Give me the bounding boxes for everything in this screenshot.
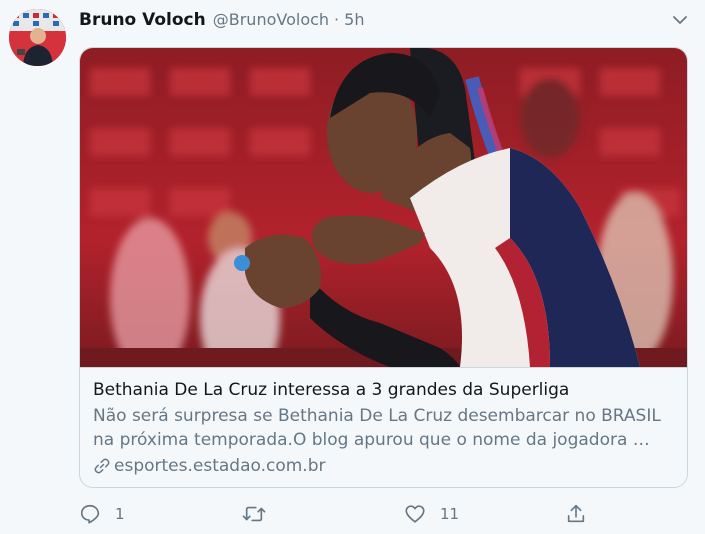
tweet-actions: 1 11 bbox=[79, 500, 599, 528]
card-description: Não será surpresa se Bethania De La Cruz… bbox=[93, 406, 661, 450]
reply-button[interactable]: 1 bbox=[79, 500, 125, 528]
card-title[interactable]: Bethania De La Cruz interessa a 3 grande… bbox=[93, 378, 678, 402]
author-name[interactable]: Bruno Voloch bbox=[79, 10, 206, 30]
like-count: 11 bbox=[440, 505, 460, 523]
share-button[interactable] bbox=[565, 500, 587, 528]
tweet-header: Bruno Voloch @BrunoVoloch · 5h bbox=[79, 10, 364, 34]
retweet-icon bbox=[242, 506, 266, 522]
avatar[interactable] bbox=[9, 9, 66, 66]
avatar-image bbox=[9, 9, 66, 66]
retweet-button[interactable] bbox=[242, 500, 280, 528]
card-domain-text: esportes.estadao.com.br bbox=[114, 456, 326, 476]
reply-count: 1 bbox=[115, 505, 125, 523]
separator-dot: · bbox=[334, 10, 340, 29]
link-icon bbox=[94, 458, 110, 474]
like-button[interactable]: 11 bbox=[404, 500, 459, 528]
tweet-time[interactable]: 5h bbox=[344, 10, 364, 29]
tweet: Bruno Voloch @BrunoVoloch · 5h Bethania … bbox=[0, 0, 705, 534]
link-card[interactable]: Bethania De La Cruz interessa a 3 grande… bbox=[79, 47, 688, 488]
card-text: Bethania De La Cruz interessa a 3 grande… bbox=[93, 378, 678, 478]
share-icon bbox=[567, 504, 585, 523]
caret-down-icon[interactable] bbox=[670, 10, 690, 30]
card-photo bbox=[80, 48, 687, 367]
like-icon bbox=[405, 505, 425, 523]
card-domain[interactable]: esportes.estadao.com.br bbox=[93, 454, 678, 478]
author-handle[interactable]: @BrunoVoloch bbox=[213, 10, 329, 29]
card-image[interactable] bbox=[80, 48, 687, 368]
reply-icon bbox=[80, 504, 100, 524]
